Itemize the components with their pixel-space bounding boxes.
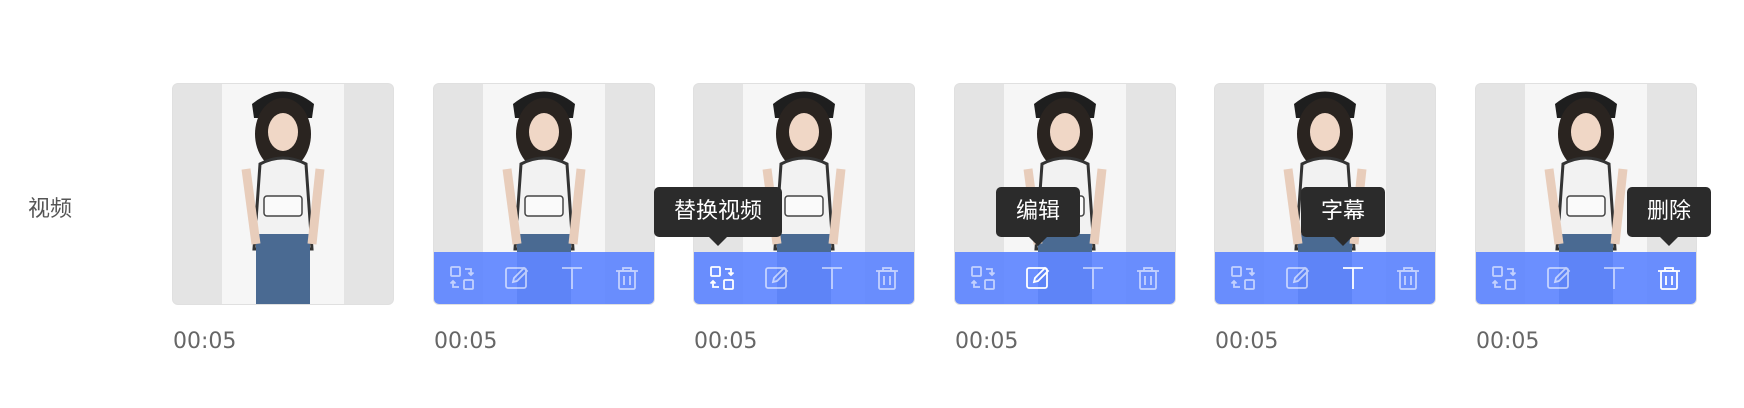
trash-icon <box>1657 267 1680 290</box>
clip-duration: 00:05 <box>955 329 1019 354</box>
text-icon <box>821 267 842 289</box>
replace-video-button[interactable] <box>705 261 739 295</box>
delete-button[interactable] <box>870 261 904 295</box>
subtitle-button[interactable] <box>1597 261 1631 295</box>
trash-icon <box>875 267 898 290</box>
edit-button[interactable] <box>1281 261 1315 295</box>
delete-button[interactable] <box>1391 261 1425 295</box>
replace-icon <box>1230 266 1255 290</box>
subtitle-button[interactable] <box>1076 261 1110 295</box>
delete-button[interactable] <box>1131 261 1165 295</box>
clip-toolbar <box>434 252 654 304</box>
video-clip[interactable]: 00:05 <box>173 84 393 356</box>
replace-video-button[interactable] <box>966 261 1000 295</box>
clip-duration: 00:05 <box>1476 329 1540 354</box>
text-icon <box>1342 267 1363 289</box>
clip-toolbar <box>1215 252 1435 304</box>
trash-icon <box>1136 267 1159 290</box>
subtitle-button[interactable] <box>555 261 589 295</box>
edit-icon <box>1025 266 1049 289</box>
edit-icon <box>1546 266 1570 289</box>
edit-icon <box>1285 266 1309 289</box>
tooltip-replace-video: 替换视频 <box>654 187 783 246</box>
clip-thumbnail[interactable] <box>434 84 654 304</box>
tooltip-delete: 删除 <box>1627 187 1712 246</box>
clip-duration: 00:05 <box>173 329 237 354</box>
clip-photo <box>222 84 344 304</box>
tooltip-edit: 编辑 <box>996 187 1081 246</box>
delete-button[interactable] <box>1652 261 1686 295</box>
trash-icon <box>1396 267 1419 290</box>
delete-button[interactable] <box>610 261 644 295</box>
trash-icon <box>615 267 638 290</box>
replace-icon <box>1491 266 1516 290</box>
tooltip-subtitle: 字幕 <box>1301 187 1386 246</box>
clip-duration: 00:05 <box>1215 329 1279 354</box>
edit-icon <box>504 266 528 289</box>
clip-toolbar <box>1476 252 1696 304</box>
row-label: 视频 <box>28 197 73 222</box>
clip-thumbnail[interactable] <box>173 84 393 304</box>
replace-icon <box>709 266 734 290</box>
replace-icon <box>449 266 474 290</box>
replace-icon <box>970 266 995 290</box>
clip-duration: 00:05 <box>434 329 498 354</box>
replace-video-button[interactable] <box>445 261 479 295</box>
edit-button[interactable] <box>1021 261 1055 295</box>
clip-toolbar <box>694 252 914 304</box>
edit-button[interactable] <box>760 261 794 295</box>
text-icon <box>561 267 582 289</box>
replace-video-button[interactable] <box>1487 261 1521 295</box>
edit-button[interactable] <box>1542 261 1576 295</box>
clip-toolbar <box>955 252 1175 304</box>
replace-video-button[interactable] <box>1226 261 1260 295</box>
edit-icon <box>764 266 788 289</box>
subtitle-button[interactable] <box>815 261 849 295</box>
edit-button[interactable] <box>500 261 534 295</box>
subtitle-button[interactable] <box>1336 261 1370 295</box>
clip-duration: 00:05 <box>694 329 758 354</box>
video-clip[interactable]: 00:05 <box>434 84 654 356</box>
text-icon <box>1082 267 1103 289</box>
text-icon <box>1603 267 1624 289</box>
